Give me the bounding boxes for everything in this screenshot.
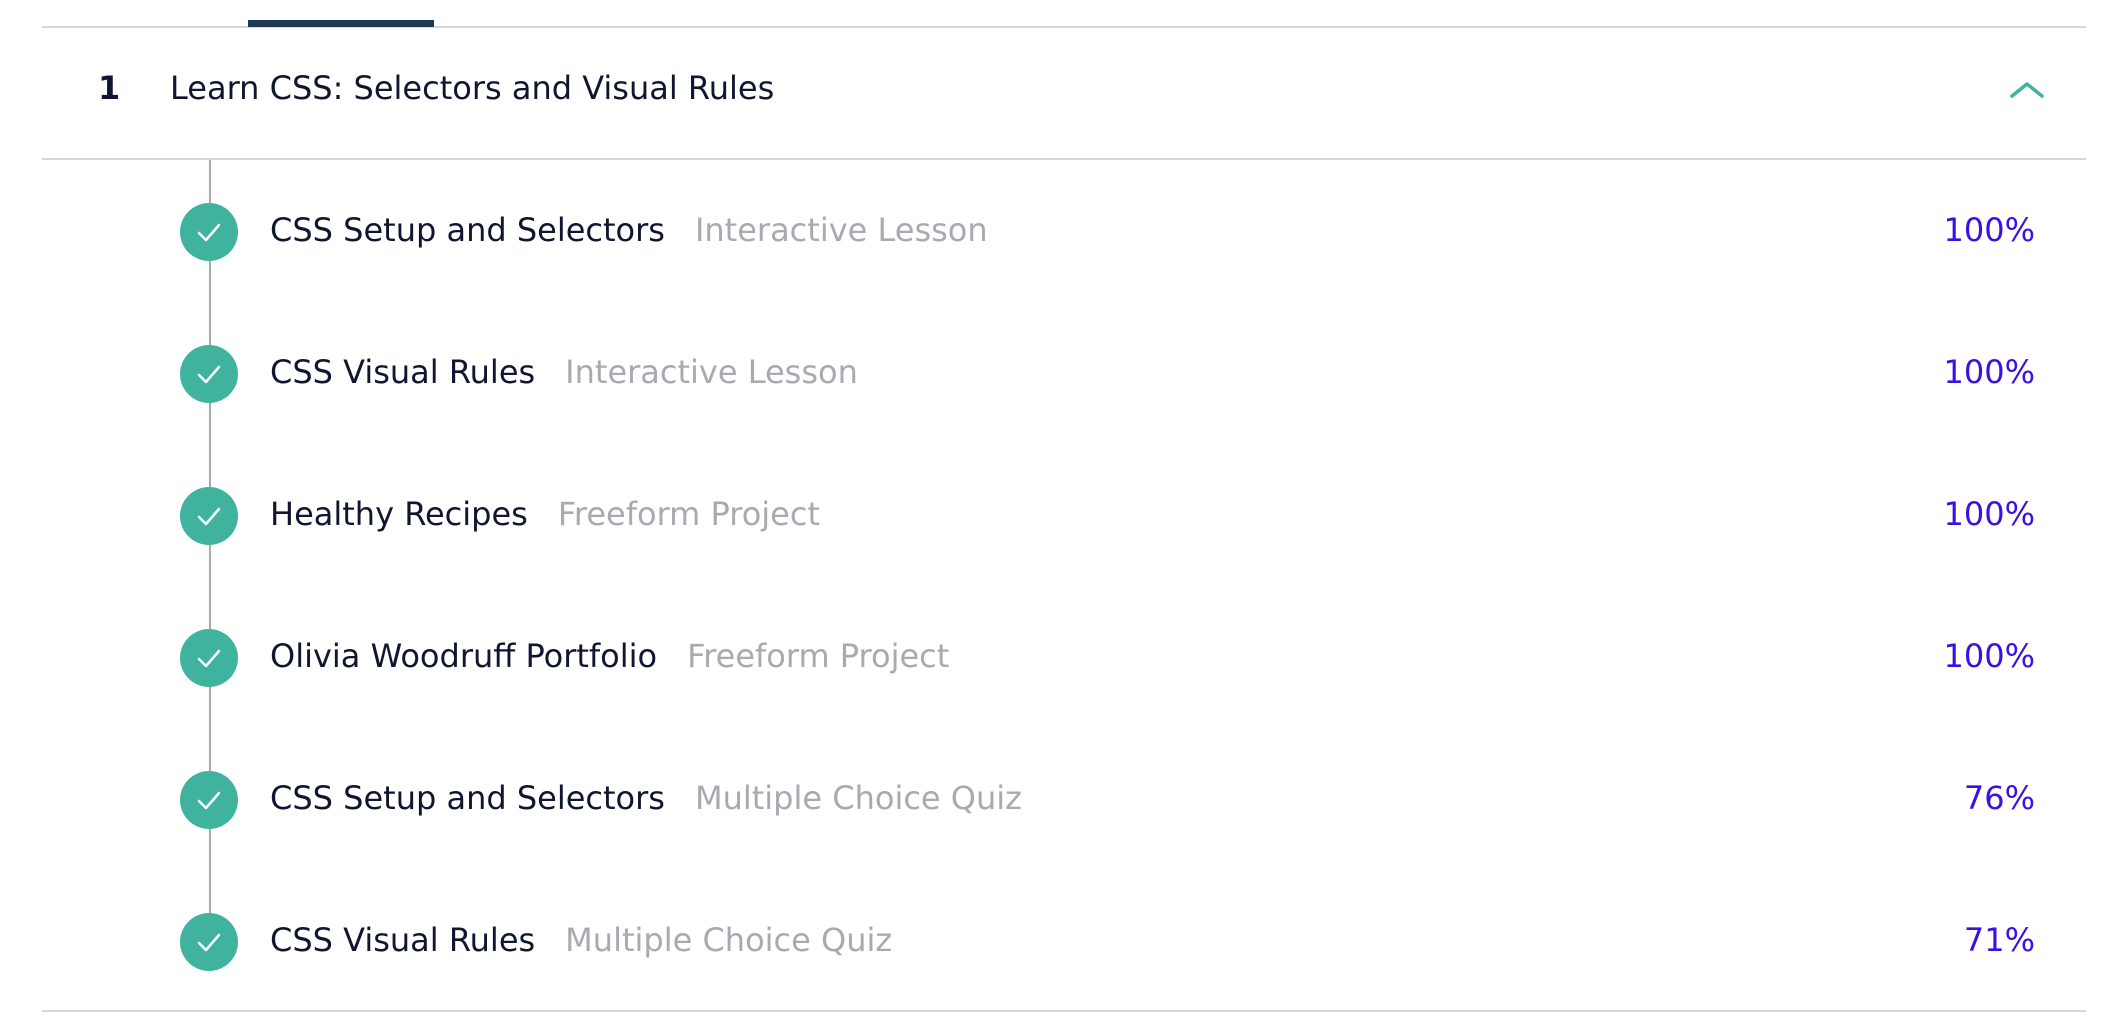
lesson-row[interactable]: CSS Visual Rules Interactive Lesson 100% [0, 302, 2128, 444]
lesson-score: 76% [1963, 779, 2035, 817]
lesson-title-line: CSS Visual Rules Interactive Lesson [270, 356, 858, 388]
lesson-row[interactable]: CSS Visual Rules Multiple Choice Quiz 71% [0, 870, 2128, 1012]
checkmark-icon [180, 913, 238, 971]
module-number: 1 [98, 69, 121, 107]
lesson-title-line: CSS Visual Rules Multiple Choice Quiz [270, 924, 892, 956]
lesson-score: 100% [1943, 637, 2035, 675]
lesson-row[interactable]: Olivia Woodruff Portfolio Freeform Projec… [0, 586, 2128, 728]
lesson-title-line: Olivia Woodruff Portfolio Freeform Projec… [270, 640, 949, 672]
checkmark-icon [180, 771, 238, 829]
lesson-title: CSS Setup and Selectors [270, 779, 665, 817]
lesson-row[interactable]: Healthy Recipes Freeform Project 100% [0, 444, 2128, 586]
lesson-score: 100% [1943, 211, 2035, 249]
lesson-title: CSS Visual Rules [270, 921, 536, 959]
lesson-score: 100% [1943, 353, 2035, 391]
lesson-type: Freeform Project [557, 495, 820, 533]
bottom-divider [42, 1010, 2086, 1012]
checkmark-icon [180, 203, 238, 261]
lesson-score: 100% [1943, 495, 2035, 533]
lesson-title: CSS Visual Rules [270, 353, 536, 391]
lesson-type: Multiple Choice Quiz [694, 779, 1022, 817]
module-title: Learn CSS: Selectors and Visual Rules [170, 69, 775, 107]
active-tab-indicator [248, 20, 434, 27]
lesson-title: Healthy Recipes [270, 495, 528, 533]
lesson-type: Interactive Lesson [694, 211, 988, 249]
checkmark-icon [180, 487, 238, 545]
lesson-title: CSS Setup and Selectors [270, 211, 665, 249]
lesson-type: Interactive Lesson [565, 353, 858, 391]
lesson-title-line: CSS Setup and Selectors Multiple Choice Q… [270, 782, 1022, 814]
module-header[interactable]: 1 Learn CSS: Selectors and Visual Rules [42, 28, 2086, 160]
lesson-title-line: CSS Setup and Selectors Interactive Lesso… [270, 214, 988, 246]
lesson-type: Freeform Project [687, 637, 950, 675]
checkmark-icon [180, 345, 238, 403]
lesson-list: CSS Setup and Selectors Interactive Lesso… [0, 160, 2128, 1002]
checkmark-icon [180, 629, 238, 687]
lesson-type: Multiple Choice Quiz [565, 921, 893, 959]
lesson-score: 71% [1963, 921, 2035, 959]
lesson-row[interactable]: CSS Setup and Selectors Interactive Lesso… [0, 160, 2128, 302]
chevron-up-icon[interactable] [2002, 70, 2052, 110]
lesson-row[interactable]: CSS Setup and Selectors Multiple Choice Q… [0, 728, 2128, 870]
lesson-title-line: Healthy Recipes Freeform Project [270, 498, 820, 530]
lesson-title: Olivia Woodruff Portfolio [270, 637, 658, 675]
